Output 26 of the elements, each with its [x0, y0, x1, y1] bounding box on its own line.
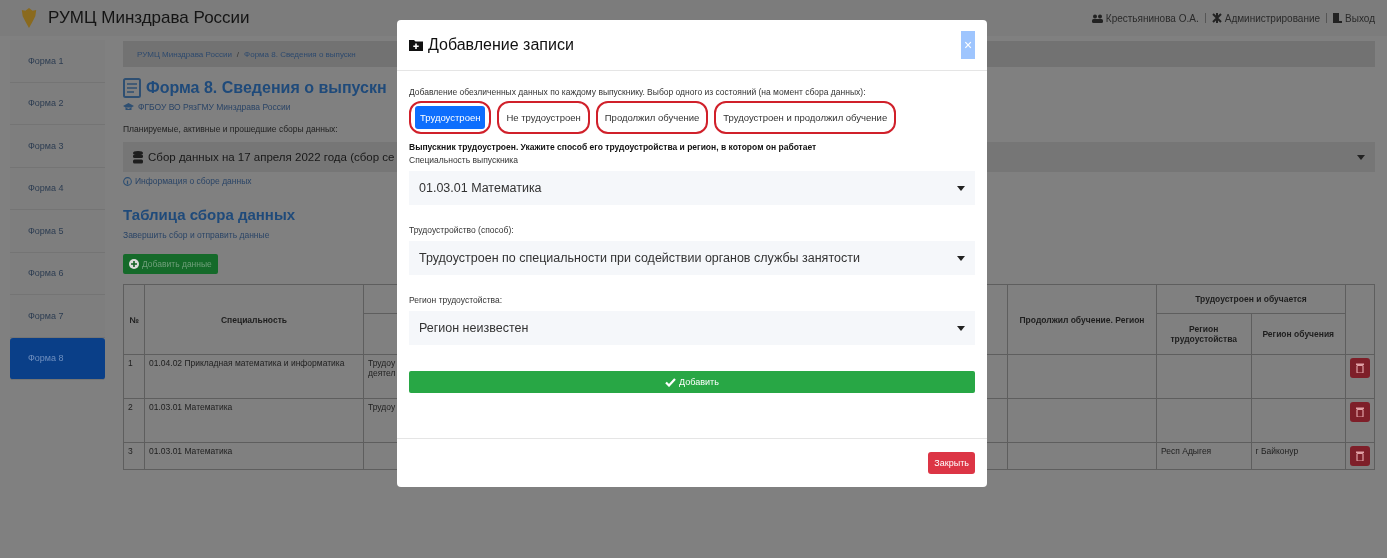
table-cell: 1 — [123, 354, 145, 399]
column-group-header: Трудоустроен и обучается — [1156, 284, 1346, 314]
column-header: Специальность — [144, 284, 364, 355]
table-cell: 01.04.02 Прикладная математика и информатика — [144, 354, 364, 399]
table-cell: г Байконур — [1255, 446, 1299, 456]
breadcrumb-separator: / — [236, 49, 240, 59]
column-header: Регион трудоустойства — [1156, 313, 1251, 355]
site-title: РУМЦ Минздрава России — [48, 8, 250, 28]
field-label: Регион трудоустойства: — [409, 295, 504, 305]
table-cell: Трудоу деятел — [368, 358, 396, 378]
table-cell: 01.03.01 Математика — [144, 398, 364, 443]
table-cell: 01.03.01 Математика — [144, 442, 364, 470]
field-label: Трудоустройство (способ): — [409, 225, 515, 235]
section-title: Таблица сбора данных — [123, 206, 296, 223]
table-cell: 3 — [123, 442, 145, 470]
table-cell: Трудоу — [368, 402, 396, 412]
column-header: № — [123, 284, 145, 355]
instruction-text: Выпускник трудоустроен. Укажите способ его трудоустройства и регион, в котором он работает — [409, 142, 818, 152]
table-cell: 2 — [123, 398, 145, 443]
column-header: Продолжил обучение. Регион — [1007, 284, 1157, 355]
modal-title: Добавление записи — [428, 36, 574, 54]
collections-label: Планируемые, активные и прошедшие сборы данных: — [123, 124, 338, 134]
field-label: Специальность выпускника — [409, 155, 519, 165]
modal-description: Добавление обезличенных данных по каждому выпускнику. Выбор одного из состояний (на момент сбора данных): — [409, 87, 867, 97]
table-cell: Респ Адыгея — [1161, 446, 1212, 456]
page-title: Форма 8. Сведения о выпускн — [146, 79, 387, 97]
